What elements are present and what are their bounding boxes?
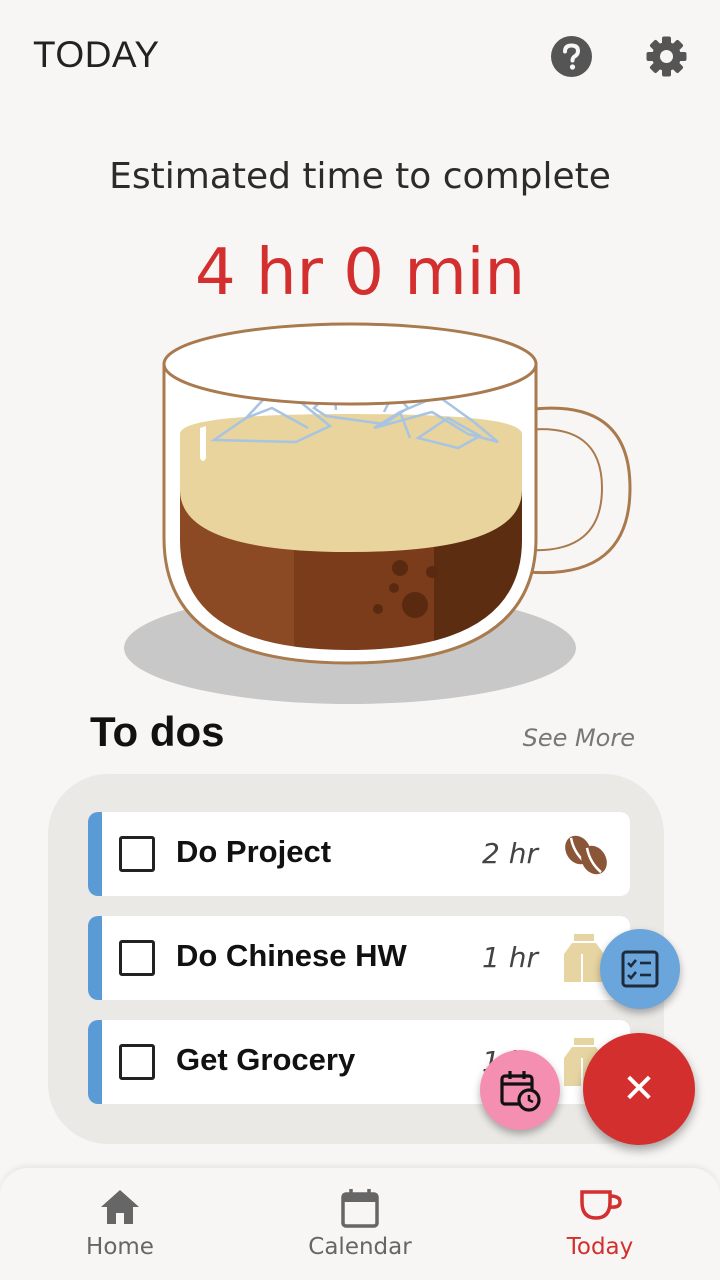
todo-duration: 1 hr: [482, 941, 538, 974]
estimate-label: Estimated time to complete: [109, 156, 611, 197]
nav-item-today[interactable]: Today: [480, 1168, 720, 1280]
see-more-link[interactable]: See More: [523, 724, 635, 752]
calendar-icon: [341, 1189, 379, 1228]
todo-name: Do Chinese HW: [176, 938, 407, 973]
nav-label: Today: [566, 1234, 634, 1260]
priority-stripe: [88, 1020, 102, 1104]
nav-item-calendar[interactable]: Calendar: [240, 1168, 480, 1280]
estimate-value: 4 hr 0 min: [194, 236, 526, 310]
help-button[interactable]: [550, 35, 593, 78]
priority-stripe: [88, 812, 102, 896]
settings-button[interactable]: [645, 35, 688, 78]
todo-item[interactable]: Do Project 2 hr: [88, 812, 630, 896]
todo-name: Do Project: [176, 834, 332, 869]
todo-checkbox[interactable]: [119, 940, 155, 976]
bottom-navigation: Home Calendar Today: [0, 1168, 720, 1280]
coffee-cup-illustration: [118, 318, 638, 710]
help-circle-icon: [551, 36, 592, 77]
page-title: TODAY: [33, 34, 160, 75]
nav-label: Home: [86, 1234, 154, 1260]
todo-checkbox[interactable]: [119, 1044, 155, 1080]
todo-name: Get Grocery: [176, 1042, 356, 1077]
cup-rim: [162, 322, 538, 406]
todo-item[interactable]: Do Chinese HW 1 hr: [88, 916, 630, 1000]
todo-checkbox[interactable]: [119, 836, 155, 872]
schedule-fab[interactable]: [480, 1050, 560, 1130]
todos-heading: To dos: [90, 708, 225, 755]
close-fab[interactable]: ✕: [583, 1033, 695, 1145]
coffee-beans-icon: [565, 835, 607, 875]
cup-handle: [525, 406, 632, 575]
checklist-fab[interactable]: [600, 929, 680, 1009]
cup-icon: [580, 1190, 622, 1220]
nav-label: Calendar: [308, 1234, 412, 1260]
calendar-clock-icon: [500, 1071, 541, 1112]
todo-duration: 2 hr: [482, 837, 538, 870]
milk-drip: [200, 426, 206, 461]
top-app-bar: TODAY: [0, 0, 720, 112]
home-icon: [101, 1190, 139, 1224]
checklist-icon: [621, 950, 659, 988]
gear-icon: [646, 36, 687, 77]
nav-item-home[interactable]: Home: [0, 1168, 240, 1280]
coffee-cup-icon: [124, 322, 632, 704]
close-icon: ✕: [622, 1066, 656, 1112]
priority-stripe: [88, 916, 102, 1000]
